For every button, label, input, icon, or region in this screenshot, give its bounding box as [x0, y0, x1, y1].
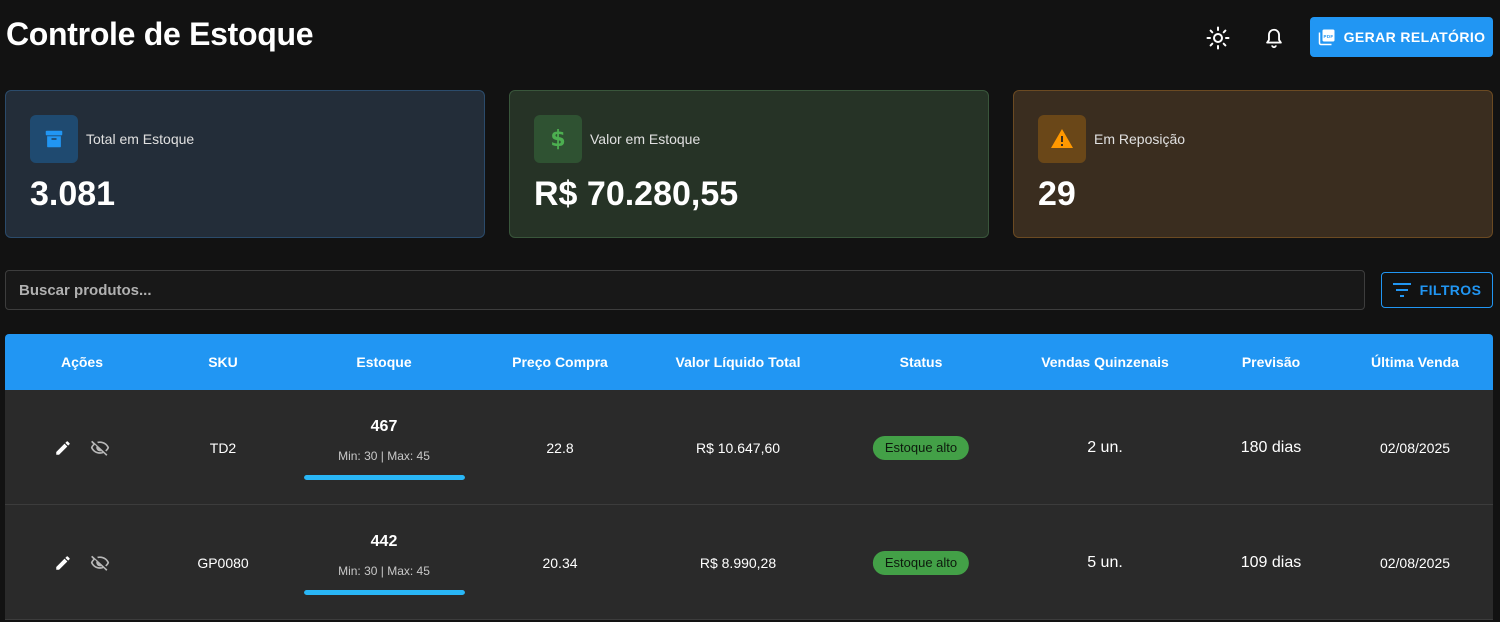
card-label: Em Reposição [1094, 131, 1186, 147]
generate-report-button[interactable]: PDF GERAR RELATÓRIO [1310, 17, 1493, 57]
search-input[interactable] [19, 281, 1364, 299]
card-value: R$ 70.280,55 [534, 175, 739, 213]
card-value: 3.081 [30, 175, 116, 213]
filters-label: FILTROS [1419, 282, 1482, 298]
purchase-price-cell: 22.8 [546, 439, 574, 456]
notifications-button[interactable] [1258, 22, 1290, 54]
warning-icon [1051, 129, 1073, 148]
column-header-purchase-price[interactable]: Preço Compra [512, 334, 608, 390]
products-table: Ações SKU Estoque Preço Compra Valor Líq… [5, 334, 1493, 620]
visibility-off-icon[interactable] [90, 438, 110, 458]
dollar-icon: $ [550, 126, 566, 152]
column-header-forecast[interactable]: Previsão [1242, 334, 1300, 390]
row-actions [54, 505, 110, 620]
stock-min-max: Min: 30 | Max: 45 [338, 449, 430, 463]
bell-icon [1266, 28, 1282, 49]
sku-cell: TD2 [209, 439, 237, 456]
restock-card: Em Reposição 29 [1013, 90, 1493, 238]
app-header: Controle de Estoque PDF GERAR RELATÓRIO [0, 0, 1500, 76]
table-row: GP0080 442 Min: 30 | Max: 45 20.34 R$ 8.… [5, 505, 1493, 620]
stock-quantity: 442 [370, 533, 398, 550]
column-header-status[interactable]: Status [900, 334, 943, 390]
stock-level-fill [303, 590, 465, 595]
status-cell: Estoque alto [872, 390, 970, 505]
pdf-icon: PDF [1318, 29, 1335, 46]
stock-cell: 442 Min: 30 | Max: 45 [303, 505, 465, 620]
table-row: TD2 467 Min: 30 | Max: 45 22.8 R$ 10.647… [5, 390, 1493, 505]
card-label: Valor em Estoque [590, 131, 701, 147]
edit-pencil-icon[interactable] [54, 554, 72, 572]
column-header-last-sale[interactable]: Última Venda [1371, 334, 1459, 390]
stock-value-card: $ Valor em Estoque R$ 70.280,55 [509, 90, 989, 238]
total-stock-card: Total em Estoque 3.081 [5, 90, 485, 238]
column-header-actions[interactable]: Ações [61, 334, 103, 390]
edit-pencil-icon[interactable] [54, 439, 72, 457]
biweekly-sales-cell: 2 un. [1087, 438, 1123, 456]
column-header-net-total[interactable]: Valor Líquido Total [676, 334, 801, 390]
column-header-stock[interactable]: Estoque [356, 334, 411, 390]
purchase-price-cell: 20.34 [542, 554, 578, 571]
stock-min-max: Min: 30 | Max: 45 [338, 564, 430, 578]
card-icon-box [30, 115, 78, 163]
card-icon-box: $ [534, 115, 582, 163]
card-value: 29 [1038, 175, 1076, 213]
search-container [5, 270, 1365, 310]
stock-cell: 467 Min: 30 | Max: 45 [303, 390, 465, 505]
card-icon-box [1038, 115, 1086, 163]
table-header: Ações SKU Estoque Preço Compra Valor Líq… [5, 334, 1493, 390]
biweekly-sales-cell: 5 un. [1087, 553, 1123, 571]
card-label: Total em Estoque [86, 131, 195, 147]
net-total-cell: R$ 10.647,60 [695, 439, 781, 456]
last-sale-cell: 02/08/2025 [1379, 554, 1451, 571]
stock-level-bar [303, 590, 465, 595]
visibility-off-icon[interactable] [90, 553, 110, 573]
status-badge: Estoque alto [872, 435, 970, 460]
svg-text:PDF: PDF [1323, 34, 1333, 39]
column-header-biweekly-sales[interactable]: Vendas Quinzenais [1041, 334, 1169, 390]
column-header-sku[interactable]: SKU [208, 334, 238, 390]
forecast-cell: 180 dias [1240, 438, 1302, 456]
row-actions [54, 390, 110, 505]
stock-level-bar [303, 475, 465, 480]
stock-quantity: 467 [370, 418, 398, 435]
sku-cell: GP0080 [197, 554, 249, 571]
stock-level-fill [303, 475, 465, 480]
filters-button[interactable]: FILTROS [1381, 272, 1493, 308]
sun-icon [1206, 26, 1230, 50]
status-cell: Estoque alto [872, 505, 970, 620]
theme-toggle-button[interactable] [1202, 22, 1234, 54]
page-title: Controle de Estoque [6, 16, 314, 52]
filter-icon [1392, 283, 1411, 297]
status-badge: Estoque alto [872, 550, 970, 575]
net-total-cell: R$ 8.990,28 [699, 554, 777, 571]
archive-box-icon [45, 130, 63, 148]
forecast-cell: 109 dias [1240, 553, 1302, 571]
last-sale-cell: 02/08/2025 [1379, 439, 1451, 456]
generate-report-label: GERAR RELATÓRIO [1343, 29, 1486, 45]
